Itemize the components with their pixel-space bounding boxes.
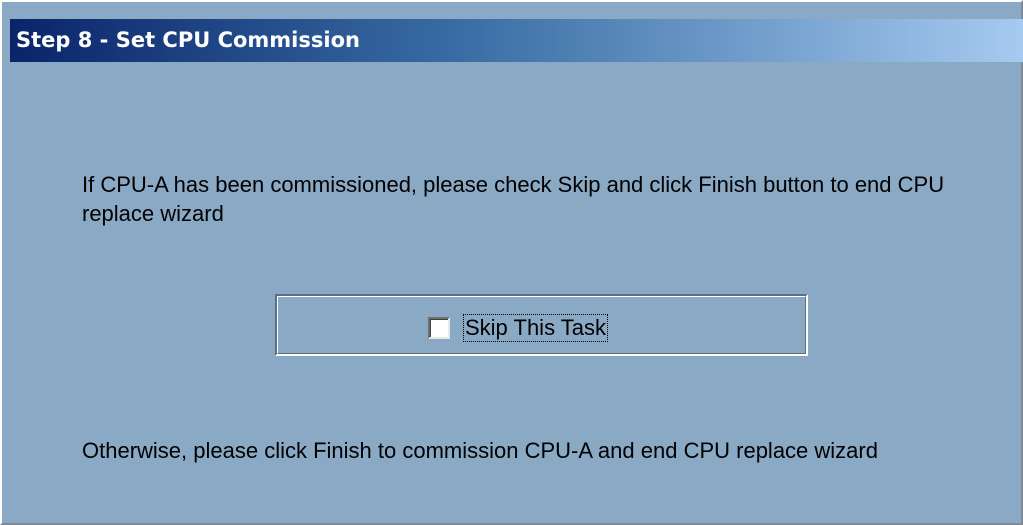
step-header-bar: Step 8 - Set CPU Commission (10, 19, 1023, 62)
skip-task-frame-inner: Skip This Task (277, 296, 806, 354)
skip-task-checkbox-row[interactable]: Skip This Task (428, 314, 609, 342)
skip-task-label[interactable]: Skip This Task (462, 314, 609, 342)
skip-task-frame: Skip This Task (275, 294, 808, 356)
step-title: Step 8 - Set CPU Commission (16, 28, 360, 52)
otherwise-instruction-text: Otherwise, please click Finish to commis… (82, 438, 878, 463)
instruction-text: If CPU-A has been commissioned, please c… (82, 172, 945, 226)
wizard-body: If CPU-A has been commissioned, please c… (10, 62, 1023, 525)
skip-task-checkbox[interactable] (428, 317, 450, 339)
wizard-dialog: Step 8 - Set CPU Commission If CPU-A has… (0, 0, 1023, 525)
